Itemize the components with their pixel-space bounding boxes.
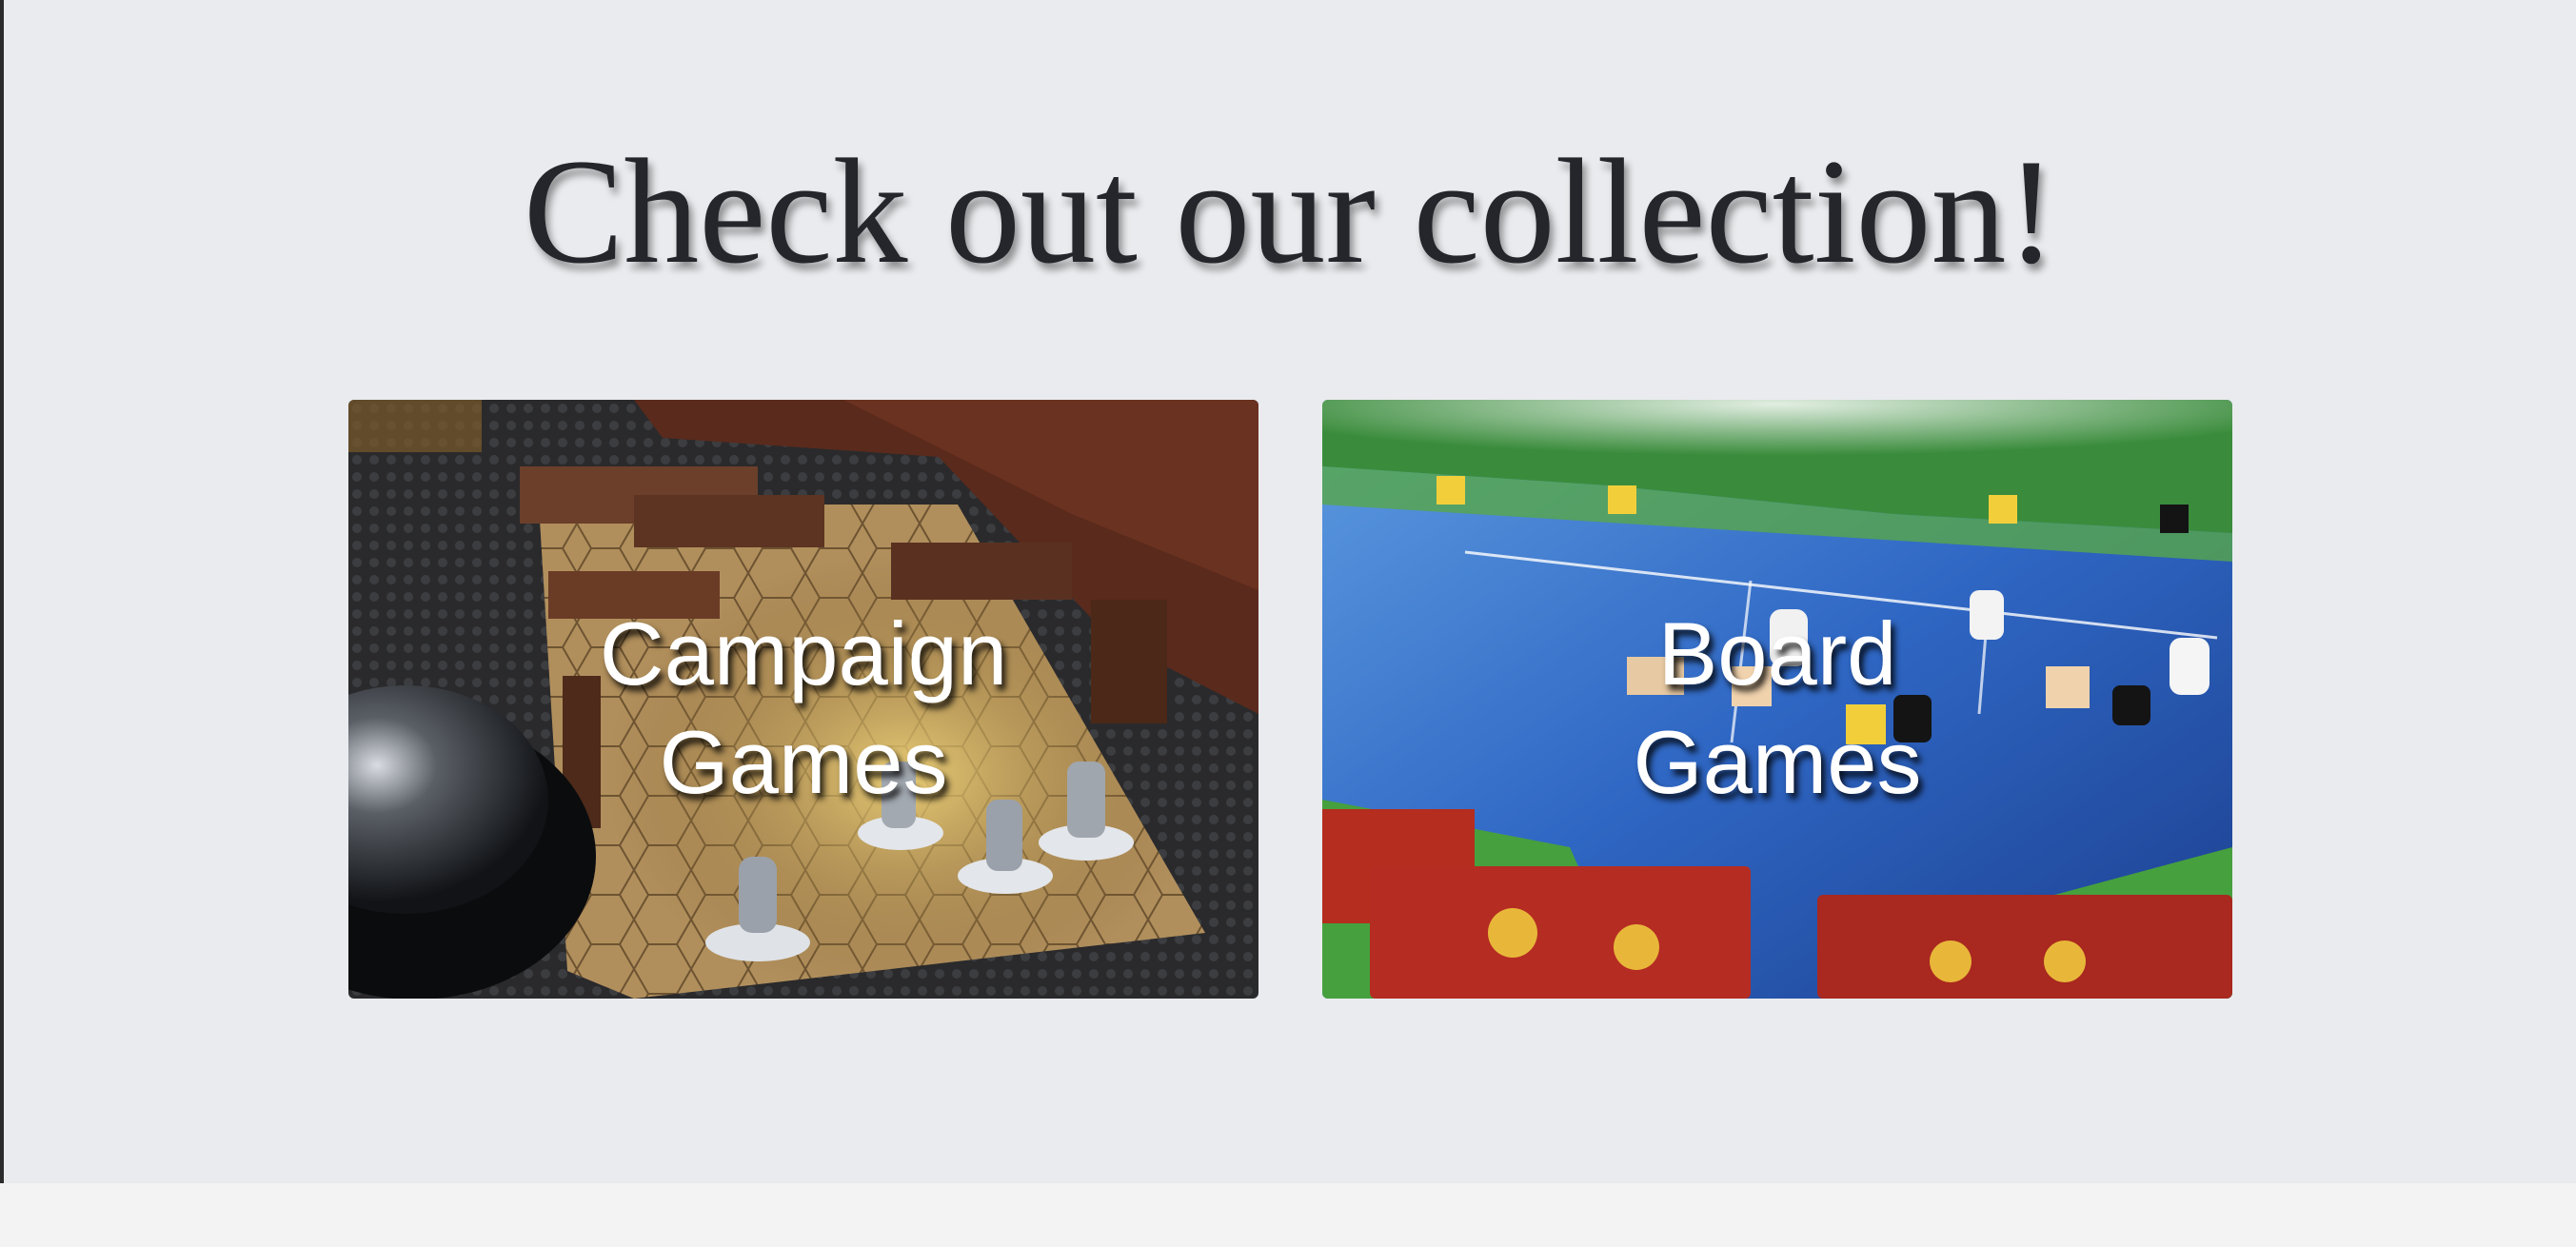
collection-section: Check out our collection! Campaign Games…	[4, 0, 2576, 1183]
board-games-card[interactable]: Board Games	[1322, 400, 2232, 999]
campaign-games-card[interactable]: Campaign Games	[348, 400, 1258, 999]
board-games-label: Board Games	[1633, 604, 1922, 812]
footer-strip	[0, 1183, 2576, 1247]
page-title: Check out our collection!	[523, 129, 2057, 295]
campaign-games-label: Campaign Games	[599, 604, 1008, 812]
